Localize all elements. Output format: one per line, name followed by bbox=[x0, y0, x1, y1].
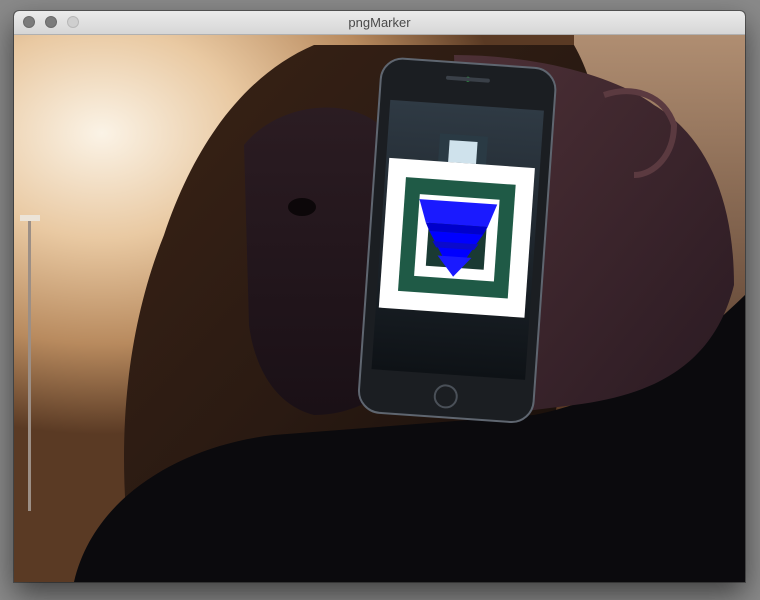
camera-feed bbox=[14, 35, 745, 582]
person-eye bbox=[288, 198, 316, 216]
lamp-pole bbox=[28, 221, 31, 511]
title-bar[interactable]: pngMarker bbox=[14, 11, 745, 35]
window-title: pngMarker bbox=[348, 15, 411, 30]
app-window: pngMarker bbox=[14, 11, 745, 582]
phone-thumb-marker bbox=[448, 140, 478, 164]
lamp-shade bbox=[20, 215, 40, 221]
camera-viewport bbox=[14, 35, 745, 582]
phone bbox=[357, 57, 557, 424]
